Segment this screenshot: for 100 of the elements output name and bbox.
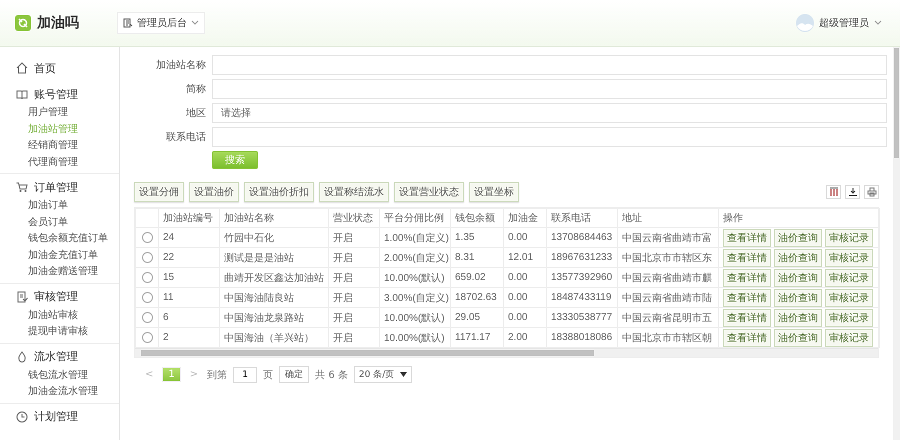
table-cell: 1.00%(自定义) [380,228,450,248]
row-action-button[interactable]: 查看详情 [723,328,771,346]
radio-button[interactable] [142,272,152,283]
column-header: 加油站编号 [158,208,220,228]
action-button[interactable]: 设置油价 [189,182,239,202]
row-action-button[interactable]: 油价查询 [774,248,822,266]
sidebar-item[interactable]: 加油站审核 [0,308,119,324]
row-action-button[interactable]: 审核记录 [825,308,873,326]
column-header: 操作 [718,208,880,228]
row-action-button[interactable]: 审核记录 [825,328,873,346]
confirm-button[interactable]: 确定 [279,366,310,383]
sidebar-item[interactable]: 加油金流水管理 [0,384,119,400]
table-cell: 开启 [328,248,380,268]
sidebar-item[interactable]: 会员订单 [0,214,119,231]
table-cell: 中国云南省曲靖市麒 [618,268,718,288]
row-action-button[interactable]: 油价查询 [774,288,822,306]
action-button[interactable]: 设置油价折扣 [244,182,314,202]
table-cell: 29.05 [450,308,504,328]
sidebar-item[interactable]: 钱包流水管理 [0,368,119,384]
field-label: 联系电话 [165,130,206,144]
row-action-button[interactable]: 审核记录 [825,268,873,286]
table-cell: 15 [158,268,220,288]
column-header: 营业状态 [328,208,380,228]
column-header: 平台分佣比例 [380,208,450,228]
row-action-button[interactable]: 审核记录 [825,228,873,246]
logo-icon [15,15,31,31]
row-action-button[interactable]: 审核记录 [825,248,873,266]
user-name[interactable]: 超级管理员 [819,16,869,30]
table-cell: 13577392960 [546,268,618,288]
column-header: 加油站名称 [220,208,328,228]
sidebar-item[interactable]: 加油订单 [0,198,119,214]
sidebar-group[interactable]: 首页 [34,60,56,76]
table-cell: 曲靖开发区鑫达加油站 [220,268,328,288]
radio-button[interactable] [142,232,152,243]
role-dropdown[interactable]: 管理员后台 [117,12,205,34]
table-cell: 中国海油陆良站 [220,288,328,308]
row-action-button[interactable]: 查看详情 [723,308,771,326]
table-cell: 开启 [328,268,380,288]
row-action-button[interactable]: 查看详情 [723,288,771,306]
input-field[interactable] [212,127,887,147]
row-action-button[interactable]: 油价查询 [774,328,822,346]
sidebar-item[interactable]: 钱包余额充值订单 [0,231,119,248]
table-cell: 中国云南省曲靖市陆 [618,288,718,308]
column-header: 地址 [618,208,718,228]
row-action-button[interactable]: 油价查询 [774,228,822,246]
table-cell: 6 [158,308,220,328]
sidebar-item[interactable]: 提现申请审核 [0,324,119,340]
table-cell: 0.00 [504,288,546,308]
row-action-button[interactable]: 油价查询 [774,268,822,286]
row-action-button[interactable]: 审核记录 [825,288,873,306]
radio-button[interactable] [142,292,152,303]
input-field[interactable] [212,79,887,99]
action-button[interactable]: 设置坐标 [469,182,519,202]
table-cell: 12.01 [504,248,546,268]
table-cell: 中国云南省昆明市五 [618,308,718,328]
input-field[interactable] [212,55,887,75]
radio-button[interactable] [142,332,152,343]
table-cell: 0.00 [504,228,546,248]
sidebar-group[interactable]: 订单管理 [34,180,78,194]
sidebar-item[interactable]: 用户管理 [0,105,119,122]
row-action-button[interactable]: 查看详情 [723,248,771,266]
table-cell: 开启 [328,288,380,308]
horizontal-scrollbar[interactable] [135,348,878,357]
action-button[interactable]: 设置营业状态 [394,182,464,202]
sidebar-group[interactable]: 计划管理 [34,409,78,424]
table-cell: 18967631233 [546,248,618,268]
vertical-scrollbar[interactable] [893,47,900,440]
table-cell: 1.35 [450,228,504,248]
action-button[interactable]: 设置分佣 [134,182,184,202]
column-header: 加油金 [504,208,546,228]
page-unit-label: 页 [263,368,274,382]
export-icon[interactable] [845,185,860,199]
sidebar-item[interactable]: 加油金赠送管理 [0,264,119,280]
sidebar-group[interactable]: 审核管理 [34,289,78,304]
table-cell: 0.00 [504,308,546,328]
row-action-button[interactable]: 查看详情 [723,268,771,286]
sidebar-group[interactable]: 流水管理 [34,349,78,364]
row-action-button[interactable]: 查看详情 [723,228,771,246]
radio-button[interactable] [142,312,152,323]
sidebar-item[interactable]: 加油金充值订单 [0,248,119,264]
action-button[interactable]: 设置称结流水 [319,182,389,202]
sidebar-item[interactable]: 经销商管理 [0,138,119,154]
sidebar-group[interactable]: 账号管理 [34,86,78,102]
columns-icon[interactable] [826,185,841,199]
page-input[interactable]: 1 [233,366,258,382]
book-icon [16,88,28,100]
row-action-button[interactable]: 油价查询 [774,308,822,326]
input-field[interactable]: 请选择 [212,103,887,123]
chevron-down-icon[interactable] [874,20,882,26]
total-count: 共 6 条 [315,368,348,382]
field-label: 简称 [185,83,206,96]
clock-icon [16,410,28,422]
sidebar-item[interactable]: 代理商管理 [0,154,119,171]
table-cell: 开启 [328,228,380,248]
avatar-icon [796,14,814,32]
print-icon[interactable] [864,185,879,199]
document-icon [123,18,133,28]
home-icon [16,62,28,74]
radio-button[interactable] [142,252,152,263]
page-size-select[interactable]: 20 条/页 [354,366,412,383]
